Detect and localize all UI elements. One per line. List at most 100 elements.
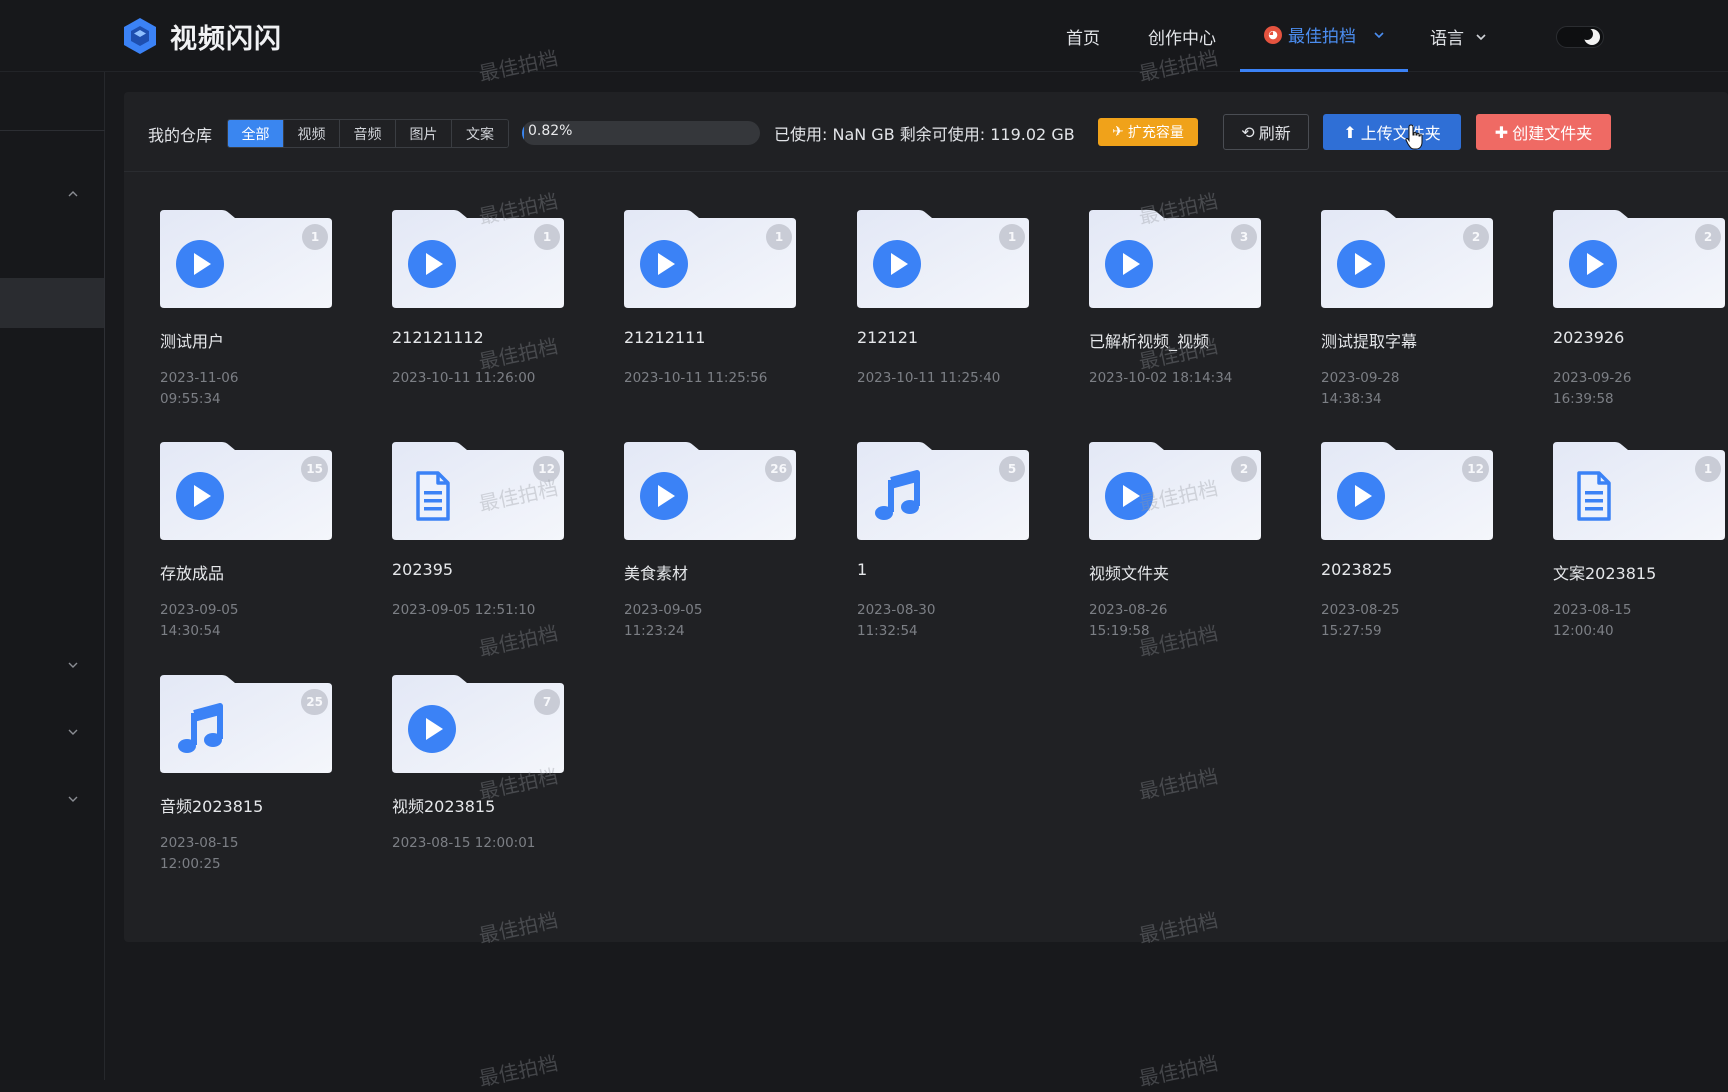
folder-name[interactable]: 文案2023815 [1553, 560, 1728, 584]
storage-progress-fill [522, 121, 524, 145]
folder-name[interactable]: 212121112 [392, 328, 582, 347]
folder-name[interactable]: 1 [857, 560, 1047, 579]
filter-video[interactable]: 视频 [284, 120, 340, 147]
folder-count-badge: 1 [766, 224, 792, 250]
folder-name[interactable]: 美食素材 [624, 560, 814, 584]
folder-count-badge: 1 [302, 224, 328, 250]
folder-count-badge: 1 [999, 224, 1025, 250]
folder-date: 2023-10-11 11:26:00 [392, 370, 536, 386]
folder-name[interactable]: 测试提取字幕 [1321, 328, 1511, 352]
folder-card[interactable]: 2 测试提取字幕 2023-09-28 14:38:34 [1321, 210, 1511, 415]
chevron-down-icon [1374, 31, 1384, 38]
folder-name[interactable]: 已解析视频_视频 [1089, 328, 1279, 352]
folder-icon[interactable]: 2 [1089, 442, 1261, 540]
folder-name[interactable]: 测试用户 [160, 328, 350, 352]
create-folder-button[interactable]: ✚ 创建文件夹 [1476, 114, 1611, 150]
play-icon [638, 238, 690, 290]
theme-toggle[interactable] [1556, 26, 1604, 48]
folder-name[interactable]: 212121 [857, 328, 1047, 347]
folder-name[interactable]: 2023825 [1321, 560, 1511, 579]
filter-all[interactable]: 全部 [228, 120, 284, 147]
repository-label: 我的仓库 [148, 126, 213, 145]
folder-date: 2023-08-25 15:27:59 [1321, 602, 1400, 639]
chevron-down-icon[interactable] [66, 792, 80, 806]
document-icon [406, 470, 458, 522]
folder-icon[interactable]: 2 [1321, 210, 1493, 308]
upload-folder-label: 上传文件夹 [1360, 124, 1441, 143]
folder-card[interactable]: 3 已解析视频_视频 2023-10-02 18:14:34 [1089, 210, 1279, 415]
folder-count-badge: 1 [1695, 456, 1721, 482]
folder-count-badge: 15 [301, 456, 328, 482]
folder-card[interactable]: 1 212121 2023-10-11 11:25:40 [857, 210, 1047, 415]
folder-card[interactable]: 12 2023825 2023-08-25 15:27:59 [1321, 442, 1511, 647]
filter-text[interactable]: 文案 [452, 120, 508, 147]
folder-name[interactable]: 21212111 [624, 328, 814, 347]
repository-toolbar: 我的仓库 全部 视频 音频 图片 文案 0.82% 已使用: NaN GB 剩余… [124, 92, 1728, 172]
folder-card[interactable]: 5 1 2023-08-30 11:32:54 [857, 442, 1047, 647]
folder-card[interactable]: 1 文案2023815 2023-08-15 12:00:40 [1553, 442, 1728, 647]
folder-icon[interactable]: 12 [1321, 442, 1493, 540]
folder-card[interactable]: 25 音频2023815 2023-08-15 12:00:25 [160, 675, 350, 880]
upload-icon: ⬆ [1343, 122, 1357, 142]
folder-icon[interactable]: 7 [392, 675, 564, 773]
folder-icon[interactable]: 12 [392, 442, 564, 540]
upload-folder-button[interactable]: ⬆ 上传文件夹 [1323, 114, 1461, 150]
folder-date: 2023-08-15 12:00:25 [160, 835, 239, 872]
folder-card[interactable]: 1 测试用户 2023-11-06 09:55:34 [160, 210, 350, 415]
filter-image[interactable]: 图片 [396, 120, 452, 147]
folder-card[interactable]: 1 21212111 2023-10-11 11:25:56 [624, 210, 814, 415]
folder-icon[interactable]: 2 [1553, 210, 1725, 308]
refresh-button[interactable]: ⟲ 刷新 [1223, 114, 1309, 150]
folder-card[interactable]: 12 202395 2023-09-05 12:51:10 [392, 442, 582, 647]
watermark-text: 最佳拍档 [476, 1050, 560, 1092]
plus-icon: ✚ [1494, 122, 1509, 142]
folder-card[interactable]: 2 2023926 2023-09-26 16:39:58 [1553, 210, 1728, 415]
storage-progress-label: 0.82% [528, 123, 573, 139]
folder-icon[interactable]: 5 [857, 442, 1029, 540]
folder-card[interactable]: 26 美食素材 2023-09-05 11:23:24 [624, 442, 814, 647]
folder-icon[interactable]: 15 [160, 442, 332, 540]
sidebar-item-active[interactable] [0, 278, 105, 328]
folder-date: 2023-10-11 11:25:40 [857, 370, 1001, 386]
folder-icon[interactable]: 26 [624, 442, 796, 540]
folder-card[interactable]: 15 存放成品 2023-09-05 14:30:54 [160, 442, 350, 647]
nav-language-label: 语言 [1430, 29, 1464, 49]
folder-date: 2023-10-02 18:14:34 [1089, 370, 1233, 386]
folder-icon[interactable]: 1 [392, 210, 564, 308]
chevron-down-icon[interactable] [66, 725, 80, 739]
folder-name[interactable]: 2023926 [1553, 328, 1728, 347]
nav-user-name: 最佳拍档 [1288, 27, 1356, 47]
folder-icon[interactable]: 25 [160, 675, 332, 773]
play-icon [1335, 470, 1387, 522]
folder-icon[interactable]: 1 [624, 210, 796, 308]
chevron-down-icon[interactable] [66, 658, 80, 672]
storage-usage-text: 已使用: NaN GB 剩余可使用: 119.02 GB [774, 125, 1075, 144]
music-icon [871, 470, 923, 522]
expand-capacity-button[interactable]: ✈ 扩充容量 [1098, 118, 1198, 146]
folder-icon[interactable]: 1 [857, 210, 1029, 308]
folder-name[interactable]: 音频2023815 [160, 793, 350, 817]
folder-card[interactable]: 2 视频文件夹 2023-08-26 15:19:58 [1089, 442, 1279, 647]
nav-create-center[interactable]: 创作中心 [1148, 24, 1216, 49]
folder-name[interactable]: 202395 [392, 560, 582, 579]
filter-audio[interactable]: 音频 [340, 120, 396, 147]
folder-date: 2023-08-15 12:00:40 [1553, 602, 1632, 639]
folder-icon[interactable]: 1 [1553, 442, 1725, 540]
folder-count-badge: 12 [1462, 456, 1489, 482]
play-icon [1567, 238, 1619, 290]
nav-language-menu[interactable]: 语言 [1430, 24, 1488, 49]
top-header: 视频闪闪 首页 创作中心 ◕ 最佳拍档 语言 [0, 0, 1728, 72]
play-icon [406, 703, 458, 755]
folder-name[interactable]: 视频2023815 [392, 793, 582, 817]
folder-count-badge: 3 [1231, 224, 1257, 250]
folder-card[interactable]: 7 视频2023815 2023-08-15 12:00:01 [392, 675, 582, 880]
folder-date: 2023-08-30 11:32:54 [857, 602, 936, 639]
nav-user-menu[interactable]: ◕ 最佳拍档 [1240, 0, 1408, 72]
folder-icon[interactable]: 1 [160, 210, 332, 308]
folder-card[interactable]: 1 212121112 2023-10-11 11:26:00 [392, 210, 582, 415]
folder-name[interactable]: 存放成品 [160, 560, 350, 584]
chevron-up-icon[interactable] [66, 187, 80, 201]
nav-home[interactable]: 首页 [1066, 24, 1100, 49]
folder-name[interactable]: 视频文件夹 [1089, 560, 1279, 584]
folder-icon[interactable]: 3 [1089, 210, 1261, 308]
